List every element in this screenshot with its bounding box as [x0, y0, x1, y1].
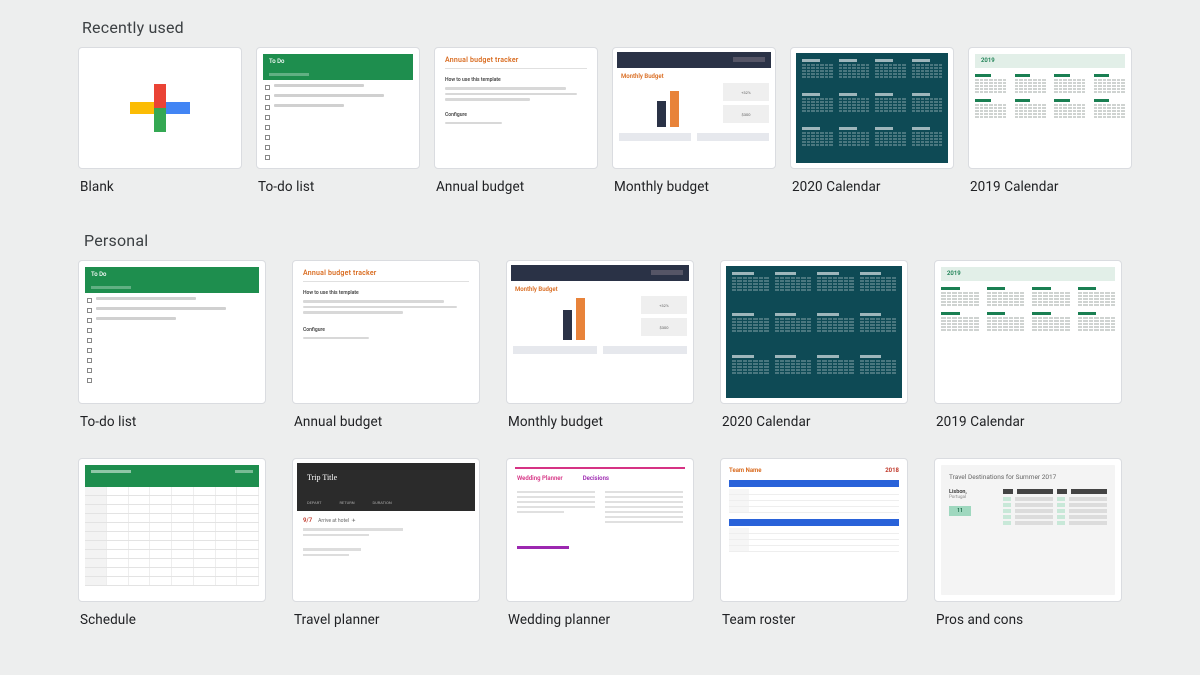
monthly-thumb-title: Monthly Budget — [515, 286, 693, 293]
template-card-2019-calendar: 2019 2019 Calendar — [968, 47, 1132, 195]
template-card-wedding-planner: Wedding Planner Decisions Wedding planne… — [506, 458, 694, 628]
template-card-team-roster: Team Name 2018 Team roster — [720, 458, 908, 628]
calendar-2019-grid — [941, 287, 1115, 331]
calendar-2019-year: 2019 — [975, 54, 1125, 68]
template-label: 2019 Calendar — [936, 414, 1122, 430]
template-thumb-monthly-budget[interactable]: Monthly Budget +32% $300 — [612, 47, 776, 169]
template-card-pros-cons: Travel Destinations for Summer 2017 Lisb… — [934, 458, 1122, 628]
template-thumb-wedding-planner[interactable]: Wedding Planner Decisions — [506, 458, 694, 602]
template-thumb-2020-calendar[interactable] — [790, 47, 954, 169]
template-label: Schedule — [80, 612, 266, 628]
section-heading-recently-used: Recently used — [82, 18, 1122, 37]
annual-thumb-sub: How to use this template — [445, 77, 587, 83]
roster-rows — [729, 489, 899, 513]
template-card-blank: Blank — [78, 47, 242, 195]
annual-thumb-sub2: Configure — [303, 327, 469, 333]
personal-grid-row1: To Do To-do list Annual budget tracker H… — [78, 260, 1122, 430]
template-thumb-team-roster[interactable]: Team Name 2018 — [720, 458, 908, 602]
template-thumb-2019-calendar[interactable]: 2019 — [934, 260, 1122, 404]
template-label: Annual budget — [294, 414, 480, 430]
proscons-badge: 11 — [949, 506, 971, 516]
roster-rows — [729, 528, 899, 552]
wedding-thumb-sub: Decisions — [583, 475, 609, 482]
template-thumb-annual-budget[interactable]: Annual budget tracker How to use this te… — [434, 47, 598, 169]
template-label: To-do list — [80, 414, 266, 430]
template-thumb-monthly-budget[interactable]: Monthly Budget +32% $300 — [506, 260, 694, 404]
template-thumb-annual-budget[interactable]: Annual budget tracker How to use this te… — [292, 260, 480, 404]
recently-used-grid: Blank To Do To-do list Annual budget tra… — [78, 47, 1122, 195]
template-card-todo: To Do To-do list — [78, 260, 266, 430]
template-thumb-blank[interactable] — [78, 47, 242, 169]
template-thumb-todo[interactable]: To Do — [256, 47, 420, 169]
template-thumb-schedule[interactable] — [78, 458, 266, 602]
todo-thumb-title: To Do — [269, 58, 284, 65]
template-label: 2020 Calendar — [722, 414, 908, 430]
template-card-travel-planner: Trip Title DEPARTRETURNDURATION 9/7Arriv… — [292, 458, 480, 628]
proscons-country: Portugal — [949, 495, 995, 500]
section-heading-personal: Personal — [84, 231, 1122, 250]
template-card-monthly-budget: Monthly Budget +32% $300 Monthly budget — [506, 260, 694, 430]
template-label: Blank — [80, 179, 242, 195]
wedding-thumb-title: Wedding Planner — [517, 475, 563, 482]
travel-thumb-title: Trip Title — [307, 473, 337, 482]
template-card-2020-calendar: 2020 Calendar — [790, 47, 954, 195]
template-label: Travel planner — [294, 612, 480, 628]
template-card-2019-calendar: 2019 2019 Calendar — [934, 260, 1122, 430]
schedule-grid — [85, 487, 259, 586]
annual-thumb-sub: How to use this template — [303, 290, 469, 296]
roster-thumb-year: 2018 — [885, 467, 899, 474]
todo-thumb-title: To Do — [91, 271, 106, 278]
calendar-2020-grid — [796, 53, 948, 163]
annual-thumb-sub2: Configure — [445, 112, 587, 118]
template-card-schedule: Schedule — [78, 458, 266, 628]
template-card-annual-budget: Annual budget tracker How to use this te… — [434, 47, 598, 195]
template-thumb-2020-calendar[interactable] — [720, 260, 908, 404]
template-card-2020-calendar: 2020 Calendar — [720, 260, 908, 430]
proscons-thumb-title: Travel Destinations for Summer 2017 — [949, 473, 1107, 481]
template-label: Monthly budget — [614, 179, 776, 195]
template-card-monthly-budget: Monthly Budget +32% $300 Monthly budget — [612, 47, 776, 195]
template-thumb-todo[interactable]: To Do — [78, 260, 266, 404]
template-card-annual-budget: Annual budget tracker How to use this te… — [292, 260, 480, 430]
template-label: Annual budget — [436, 179, 598, 195]
template-card-todo: To Do To-do list — [256, 47, 420, 195]
template-label: Pros and cons — [936, 612, 1122, 628]
template-label: 2019 Calendar — [970, 179, 1132, 195]
roster-thumb-title: Team Name — [729, 467, 761, 474]
annual-thumb-title: Annual budget tracker — [445, 56, 587, 64]
template-label: To-do list — [258, 179, 420, 195]
template-label: 2020 Calendar — [792, 179, 954, 195]
template-label: Team roster — [722, 612, 908, 628]
monthly-thumb-title: Monthly Budget — [621, 73, 775, 80]
calendar-2019-grid — [975, 74, 1125, 118]
calendar-2020-grid — [726, 266, 902, 398]
template-thumb-travel-planner[interactable]: Trip Title DEPARTRETURNDURATION 9/7Arriv… — [292, 458, 480, 602]
template-label: Wedding planner — [508, 612, 694, 628]
personal-grid-row2: Schedule Trip Title DEPARTRETURNDURATION… — [78, 458, 1122, 628]
template-label: Monthly budget — [508, 414, 694, 430]
calendar-2019-year: 2019 — [941, 267, 1115, 281]
template-thumb-2019-calendar[interactable]: 2019 — [968, 47, 1132, 169]
template-thumb-pros-cons[interactable]: Travel Destinations for Summer 2017 Lisb… — [934, 458, 1122, 602]
annual-thumb-title: Annual budget tracker — [303, 269, 469, 277]
